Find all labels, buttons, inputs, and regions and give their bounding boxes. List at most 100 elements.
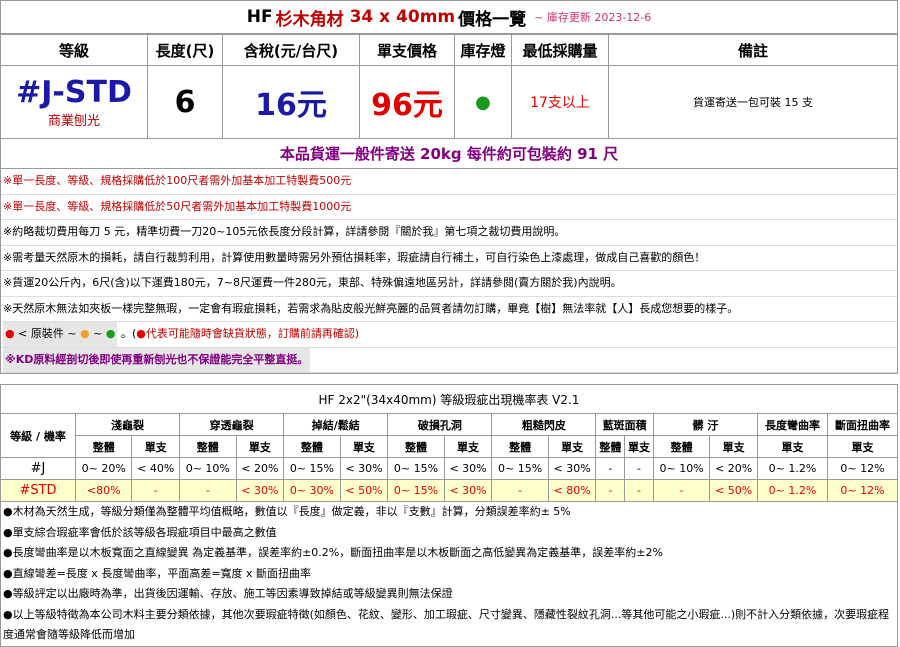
defect-group: 斷面扭曲率	[826, 413, 899, 436]
footnote-item: ●木材為天然生成，等級分類僅為整體平均值概略，數值以『長度』做定義，非以『支數』…	[3, 505, 571, 518]
red-dot-icon: ●	[5, 327, 15, 340]
row-grade: #STD	[0, 479, 76, 502]
header-prefix: HF	[246, 7, 273, 27]
table-cell: 0~ 15%	[387, 457, 445, 480]
table-cell: 0~ 20%	[74, 457, 133, 480]
sub-single: 單支	[826, 435, 899, 458]
sub-single: 單支	[709, 435, 758, 458]
green-dot-icon: ●	[105, 327, 116, 340]
table-cell: < 80%	[547, 479, 597, 502]
table-cell: 0~ 12%	[826, 457, 899, 480]
table-cell: 0~ 15%	[283, 457, 341, 480]
stock-legend: ● < 原裝件 ~ ● ~ ● 。(●代表可能隨時會缺貨狀態，訂購前請再確認)	[1, 322, 897, 348]
defect-group: 淺龜裂	[74, 413, 181, 436]
rule-item: ※單一長度、等級、規格採購低於100尺者需外加基本加工特製費500元	[1, 169, 897, 195]
table-cell: < 50%	[339, 479, 389, 502]
table-cell: -	[179, 479, 237, 502]
footnotes: ●木材為天然生成，等級分類僅為整體平均值概略，數值以『長度』做定義，非以『支數』…	[0, 502, 898, 647]
sub-whole: 整體	[283, 435, 341, 458]
row-grade: #J	[0, 457, 76, 480]
table-cell: 0~ 15%	[387, 479, 445, 502]
table-cell: -	[624, 479, 654, 502]
sub-single: 單支	[443, 435, 493, 458]
rule-item: ※約略裁切費用每刀 5 元，精準切費一刀20~105元依長度分段計算，詳請參閱『…	[1, 220, 897, 246]
footnote-item: ●直線彎差=長度 x 長度彎曲率，平面高差=寬度 x 斷面扭曲率	[3, 566, 312, 580]
sub-whole: 整體	[179, 435, 237, 458]
sub-whole: 整體	[74, 435, 133, 458]
col-min-qty: 最低採購量	[511, 34, 609, 66]
grade-subtitle: 商業刨光	[47, 113, 100, 129]
table-cell: <80%	[74, 479, 133, 502]
kd-note-row: ※KD原料經剖切後即使再重新刨光也不保證能完全平整直挺。	[1, 347, 897, 373]
price-per-foot-value: 16元	[222, 65, 360, 139]
shipping-banner: 本品貨運一般件寄送 20kg 每件約可包裝約 91 尺	[0, 139, 898, 169]
unit-price-value: 96元	[359, 65, 455, 139]
header-product: 杉木角材	[275, 9, 344, 30]
defect-group: 粗糙閃皮	[491, 413, 597, 436]
red-dot-icon: ●	[136, 327, 146, 340]
row-header: 等級 / 機率	[0, 413, 76, 458]
min-qty-value: 17支以上	[511, 65, 609, 139]
sub-whole: 整體	[652, 435, 711, 458]
footnote-item: ●長度彎曲率是以木板寬面之直線變異 為定義基準，誤差率約±0.2%，斷面扭曲率是…	[3, 546, 663, 559]
table-cell: < 30%	[443, 479, 493, 502]
sub-whole: 整體	[491, 435, 549, 458]
footnote-item: ●以上等級特徵為本公司木料主要分類依據，其他次要瑕疵特徵(如顏色、花紋、變形、加…	[3, 607, 890, 642]
defect-group: 掉結/鬆結	[283, 413, 389, 436]
price-page: HF 杉木角材 34 x 40mm 價格一覽 ~ 庫存更新 2023-12-6 …	[0, 0, 899, 647]
remark-value: 貨運寄送一包可裝 15 支	[608, 65, 898, 139]
table-row: #STD <80% - - < 30% 0~ 30% < 50% 0~ 15% …	[0, 479, 899, 502]
sub-single: 單支	[757, 435, 828, 458]
rule-item: ※貨運20公斤內，6尺(含)以下運費180元，7~8尺運費一件280元，東部、特…	[1, 271, 897, 297]
length-value: 6	[147, 65, 223, 139]
table-cell: -	[595, 479, 626, 502]
table-cell: < 30%	[547, 457, 597, 480]
table-cell: -	[624, 457, 654, 480]
footnote-item: ●等級評定以出廠時為準，出貨後因運輸、存放、施工等因素導致掉結或等級變異則無法保…	[3, 587, 453, 600]
defect-group: 髒 汙	[652, 413, 759, 436]
table-cell: < 30%	[443, 457, 493, 480]
defect-table: HF 2x2"(34x40mm) 等級瑕疵出現機率表 V2.1 等級 / 機率 …	[0, 384, 899, 502]
legend-box: ● < 原裝件 ~ ● ~ ●	[3, 322, 118, 347]
legend-sep: ~	[93, 327, 103, 340]
col-unit-price: 單支價格	[359, 34, 455, 66]
grade-value: #J-STD	[16, 74, 132, 110]
rules-list: ※單一長度、等級、規格採購低於100尺者需外加基本加工特製費500元 ※單一長度…	[0, 169, 898, 374]
table-cell: 0~ 10%	[179, 457, 237, 480]
table-cell: 0~ 15%	[491, 457, 549, 480]
defect-group: 穿透龜裂	[179, 413, 285, 436]
rule-item: ※天然原木無法如夾板一樣完整無瑕，一定會有瑕疵損耗，若需求為貼皮般光鮮亮麗的品質…	[1, 297, 897, 322]
sub-whole: 整體	[387, 435, 445, 458]
page-header: HF 杉木角材 34 x 40mm 價格一覽 ~ 庫存更新 2023-12-6	[0, 0, 898, 34]
table-row: #J 0~ 20% < 40% 0~ 10% < 20% 0~ 15% < 30…	[0, 457, 899, 480]
table-cell: -	[131, 479, 181, 502]
footnote-item: ●單支綜合瑕疵率會低於該等級各瑕疵項目中最高之數值	[3, 525, 277, 539]
defect-table-title: HF 2x2"(34x40mm) 等級瑕疵出現機率表 V2.1	[0, 384, 898, 414]
defect-group: 破損孔洞	[387, 413, 493, 436]
legend-note: 代表可能隨時會缺貨狀態，訂購前請再確認)	[145, 327, 360, 340]
table-cell: < 20%	[235, 457, 285, 480]
table-cell: -	[491, 479, 549, 502]
header-suffix: 價格一覽	[458, 9, 527, 30]
defect-group: 長度彎曲率	[757, 413, 828, 436]
col-length: 長度(尺)	[147, 34, 223, 66]
rule-item: ※需考量天然原木的損耗，請自行裁剪利用，計算使用數量時需另外預估損耗率，瑕疵請自…	[1, 246, 897, 271]
sub-single: 單支	[547, 435, 597, 458]
stock-light-icon: ●	[454, 65, 512, 139]
table-cell: < 40%	[131, 457, 181, 480]
col-remark: 備註	[608, 34, 898, 66]
sub-single: 單支	[131, 435, 181, 458]
sub-whole: 整體	[595, 435, 626, 458]
grade-cell: #J-STD 商業刨光	[0, 65, 148, 139]
col-stock-light: 庫存燈	[454, 34, 512, 66]
table-cell: 0~ 30%	[283, 479, 341, 502]
table-cell: < 30%	[339, 457, 389, 480]
table-cell: < 50%	[709, 479, 758, 502]
col-grade: 等級	[0, 34, 148, 66]
table-cell: 0~ 1.2%	[757, 479, 828, 502]
orange-dot-icon: ●	[80, 327, 90, 340]
rule-item: ※單一長度、等級、規格採購低於50尺者需外加基本加工特製費1000元	[1, 195, 897, 220]
table-cell: -	[595, 457, 626, 480]
sub-single: 單支	[339, 435, 389, 458]
table-cell: 0~ 1.2%	[757, 457, 828, 480]
